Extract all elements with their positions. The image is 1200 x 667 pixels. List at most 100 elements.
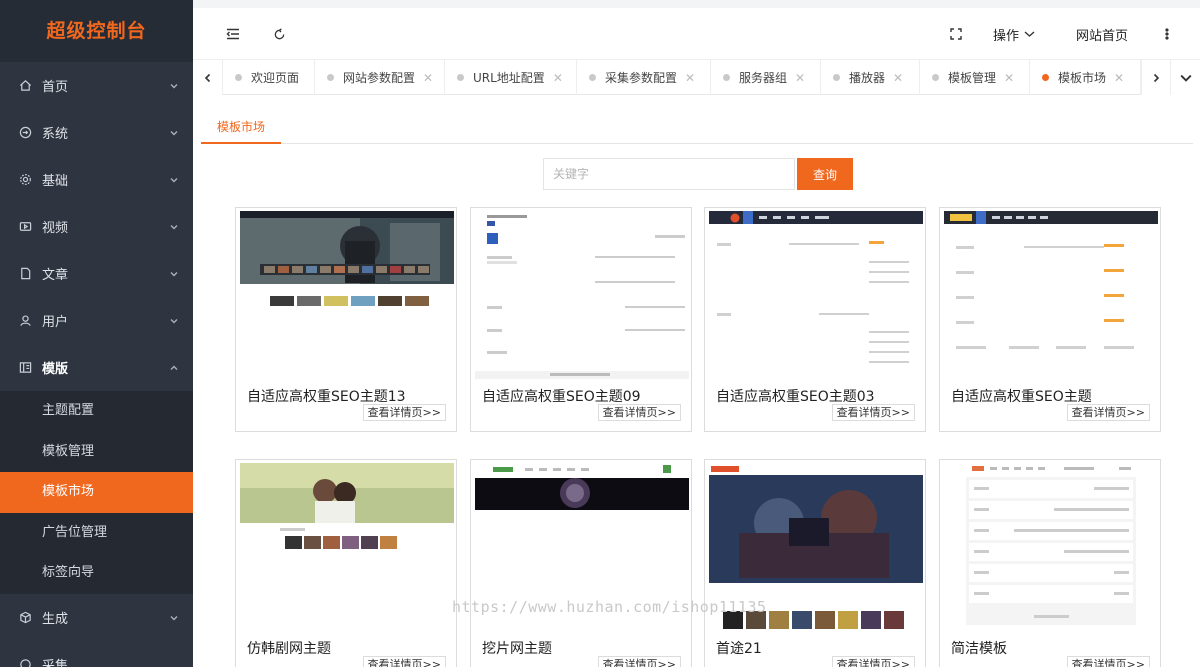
close-icon[interactable]: ✕ bbox=[1004, 71, 1014, 85]
view-detail-button[interactable]: 查看详情页>> bbox=[597, 404, 681, 421]
tab-server-group[interactable]: 服务器组 ✕ bbox=[711, 60, 821, 95]
template-thumbnail[interactable] bbox=[709, 211, 923, 379]
chevron-down-icon bbox=[169, 268, 179, 278]
chevron-down-icon bbox=[169, 174, 179, 184]
sidebar-item-video[interactable]: 视频 bbox=[0, 203, 193, 250]
template-card[interactable]: 简洁模板 查看详情页>> bbox=[939, 459, 1161, 667]
sidebar-item-basic[interactable]: 基础 bbox=[0, 156, 193, 203]
tab-status-dot bbox=[327, 74, 334, 81]
cube-icon bbox=[18, 610, 32, 624]
document-icon bbox=[18, 267, 32, 281]
top-bar: 操作 网站首页 bbox=[193, 8, 1200, 60]
tab-collect-config[interactable]: 采集参数配置 ✕ bbox=[577, 60, 711, 95]
template-card[interactable]: 自适应高权重SEO主题03 查看详情页>> bbox=[704, 207, 926, 432]
template-card[interactable]: 自适应高权重SEO主题09 查看详情页>> bbox=[470, 207, 692, 432]
sidebar-item-article[interactable]: 文章 bbox=[0, 250, 193, 297]
site-home-link[interactable]: 网站首页 bbox=[1069, 8, 1135, 60]
keyword-search-input[interactable] bbox=[543, 158, 795, 190]
sidebar-item-label: 用户 bbox=[42, 315, 69, 330]
system-icon bbox=[18, 126, 32, 140]
template-title: 仿韩剧网主题 bbox=[247, 641, 331, 657]
menu-fold-icon bbox=[226, 28, 239, 40]
tab-welcome[interactable]: 欢迎页面 bbox=[223, 60, 315, 95]
sidebar-item-template[interactable]: 模版 bbox=[0, 344, 193, 391]
close-icon[interactable]: ✕ bbox=[553, 71, 563, 85]
gear-icon bbox=[18, 173, 32, 187]
tab-label: 模板市场 bbox=[1058, 71, 1107, 85]
fullscreen-icon bbox=[950, 28, 962, 40]
close-icon[interactable]: ✕ bbox=[893, 71, 903, 85]
template-title: 自适应高权重SEO主题03 bbox=[716, 389, 875, 405]
submenu-item-tag-guide[interactable]: 标签向导 bbox=[0, 553, 193, 594]
content-tab-template-market[interactable]: 模板市场 bbox=[201, 114, 281, 144]
tab-player[interactable]: 播放器 ✕ bbox=[821, 60, 920, 95]
sidebar-item-label: 采集 bbox=[42, 658, 69, 667]
tab-scroll-right-button[interactable] bbox=[1141, 60, 1171, 95]
operation-menu[interactable]: 操作 bbox=[988, 8, 1040, 60]
tab-label: 播放器 bbox=[849, 71, 886, 85]
tab-label: 欢迎页面 bbox=[251, 71, 300, 85]
template-thumbnail[interactable] bbox=[944, 463, 1158, 631]
fullscreen-button[interactable] bbox=[939, 8, 973, 60]
view-detail-button[interactable]: 查看详情页>> bbox=[1066, 404, 1150, 421]
more-button[interactable] bbox=[1155, 8, 1179, 60]
sidebar-item-generate[interactable]: 生成 bbox=[0, 594, 193, 641]
sidebar-item-user[interactable]: 用户 bbox=[0, 297, 193, 344]
search-button[interactable]: 查询 bbox=[797, 158, 853, 190]
chevron-right-icon bbox=[1153, 73, 1160, 82]
refresh-button[interactable] bbox=[261, 8, 297, 60]
chevron-left-icon bbox=[204, 73, 210, 82]
view-detail-button[interactable]: 查看详情页>> bbox=[362, 404, 446, 421]
template-card[interactable]: 首途21 查看详情页>> bbox=[704, 459, 926, 667]
template-title: 自适应高权重SEO主题 bbox=[951, 389, 1092, 405]
tab-template-market[interactable]: 模板市场 ✕ bbox=[1030, 60, 1141, 95]
template-thumbnail[interactable] bbox=[240, 463, 454, 631]
submenu-item-template-market[interactable]: 模板市场 bbox=[0, 472, 193, 513]
close-icon[interactable]: ✕ bbox=[685, 71, 695, 85]
brand-title[interactable]: 超级控制台 bbox=[0, 0, 193, 62]
tab-template-manage[interactable]: 模板管理 ✕ bbox=[920, 60, 1030, 95]
tab-status-dot bbox=[589, 74, 596, 81]
view-detail-button[interactable]: 查看详情页>> bbox=[597, 656, 681, 667]
tab-status-dot bbox=[1042, 74, 1049, 81]
tab-url-config[interactable]: URL地址配置 ✕ bbox=[445, 60, 577, 95]
user-icon bbox=[18, 314, 32, 328]
template-card[interactable]: 自适应高权重SEO主题13 查看详情页>> bbox=[235, 207, 457, 432]
tab-label: 网站参数配置 bbox=[343, 71, 416, 85]
template-thumbnail[interactable] bbox=[240, 211, 454, 379]
template-card[interactable]: 仿韩剧网主题 查看详情页>> bbox=[235, 459, 457, 667]
content-tab-bar: 模板市场 bbox=[201, 114, 1193, 144]
template-submenu: 主题配置 模板管理 模板市场 广告位管理 标签向导 bbox=[0, 391, 193, 594]
collapse-menu-button[interactable] bbox=[215, 8, 251, 60]
view-detail-button[interactable]: 查看详情页>> bbox=[1066, 656, 1150, 667]
tab-site-config[interactable]: 网站参数配置 ✕ bbox=[315, 60, 445, 95]
view-detail-button[interactable]: 查看详情页>> bbox=[831, 656, 915, 667]
tab-label: 模板管理 bbox=[948, 71, 997, 85]
view-detail-button[interactable]: 查看详情页>> bbox=[831, 404, 915, 421]
chevron-down-icon bbox=[169, 315, 179, 325]
refresh-icon bbox=[274, 27, 284, 39]
submenu-item-theme-config[interactable]: 主题配置 bbox=[0, 391, 193, 432]
tab-list-dropdown[interactable] bbox=[1171, 60, 1200, 95]
template-thumbnail[interactable] bbox=[944, 211, 1158, 379]
close-icon[interactable]: ✕ bbox=[1114, 71, 1124, 85]
sidebar-item-label: 文章 bbox=[42, 268, 69, 283]
sidebar-item-collect[interactable]: 采集 bbox=[0, 641, 193, 667]
template-card[interactable]: 挖片网主题 查看详情页>> bbox=[470, 459, 692, 667]
chevron-down-icon bbox=[1180, 74, 1191, 82]
close-icon[interactable]: ✕ bbox=[423, 71, 433, 85]
view-detail-button[interactable]: 查看详情页>> bbox=[362, 656, 446, 667]
template-thumbnail[interactable] bbox=[475, 211, 689, 379]
template-title: 首途21 bbox=[716, 641, 762, 657]
sidebar-item-system[interactable]: 系统 bbox=[0, 109, 193, 156]
tab-scroll-left-button[interactable] bbox=[193, 60, 223, 95]
close-icon[interactable]: ✕ bbox=[795, 71, 805, 85]
submenu-item-ad-manage[interactable]: 广告位管理 bbox=[0, 513, 193, 554]
sidebar-item-label: 系统 bbox=[42, 127, 69, 142]
sidebar-item-label: 视频 bbox=[42, 221, 69, 236]
sidebar-item-home[interactable]: 首页 bbox=[0, 62, 193, 109]
sidebar-item-label: 首页 bbox=[42, 80, 69, 95]
submenu-item-template-manage[interactable]: 模板管理 bbox=[0, 432, 193, 473]
tab-label: 服务器组 bbox=[739, 71, 788, 85]
template-card[interactable]: 自适应高权重SEO主题 查看详情页>> bbox=[939, 207, 1161, 432]
